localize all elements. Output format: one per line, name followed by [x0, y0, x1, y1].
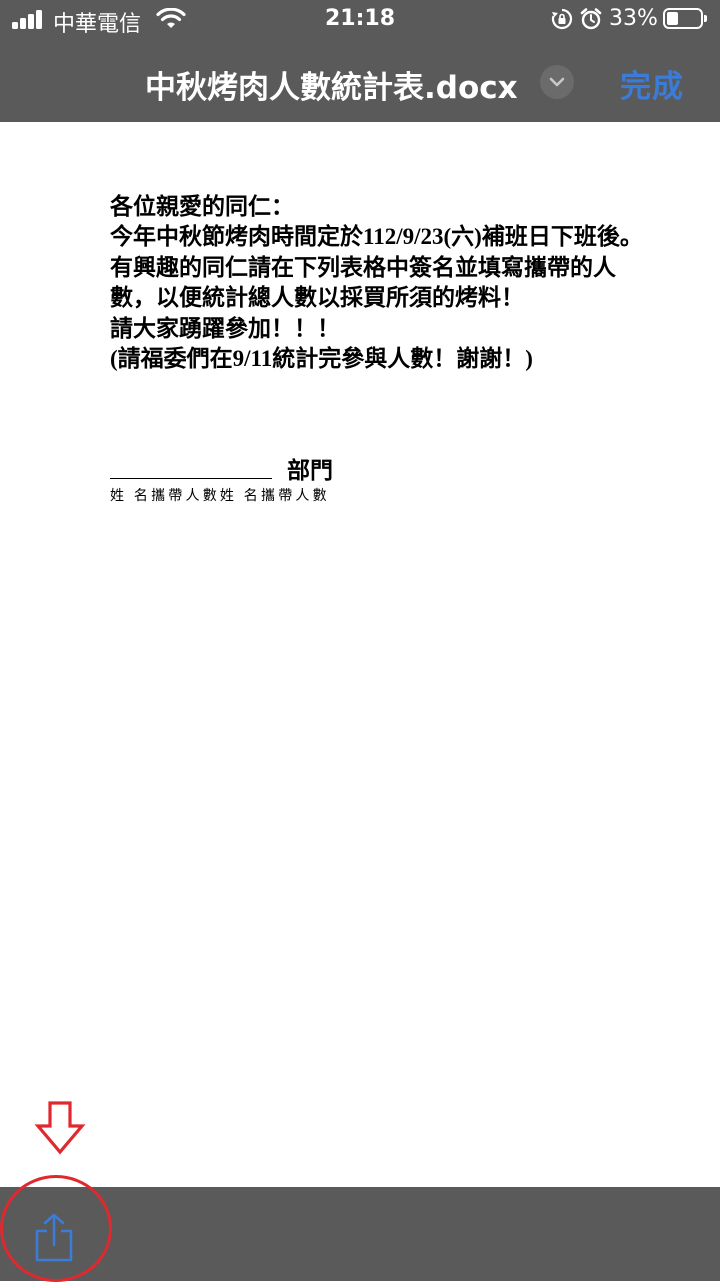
department-blank-line	[110, 478, 272, 479]
rotation-lock-icon	[551, 8, 573, 30]
doc-paragraph-instructions: 有興趣的同仁請在下列表格中簽名並填寫攜帶的人數，以便統計總人數以採買所須的烤料！	[110, 254, 616, 311]
title-menu-button[interactable]	[540, 65, 574, 99]
alarm-icon	[580, 8, 602, 30]
down-arrow-annotation	[34, 1101, 86, 1155]
circle-annotation	[0, 1175, 112, 1282]
doc-greeting: 各位親愛的同仁：	[110, 194, 294, 219]
battery-icon	[663, 8, 707, 29]
document-page: 各位親愛的同仁： 今年中秋節烤肉時間定於112/9/23(六)補班日下班後。 有…	[110, 192, 650, 504]
chevron-down-icon	[549, 77, 565, 87]
department-label: 部門	[287, 458, 333, 483]
done-button[interactable]: 完成	[620, 61, 684, 106]
doc-paragraph-time: 今年中秋節烤肉時間定於112/9/23(六)補班日下班後。	[110, 224, 643, 250]
top-bar: 中華電信 21:18 33% 中秋烤肉人數統計表.docx 完成	[0, 0, 720, 122]
battery-percent: 33%	[609, 6, 658, 31]
table-column-headers: 姓 名攜帶人數姓 名攜帶人數	[110, 489, 330, 504]
doc-paragraph-encourage: 請大家踴躍參加！！！	[110, 315, 340, 341]
doc-paragraph-deadline: (請福委們在9/11統計完參與人數！謝謝！)	[110, 346, 533, 372]
status-bar: 中華電信 21:18 33%	[0, 0, 720, 40]
department-row: 部門	[110, 450, 650, 484]
document-title[interactable]: 中秋烤肉人數統計表.docx	[145, 62, 518, 107]
